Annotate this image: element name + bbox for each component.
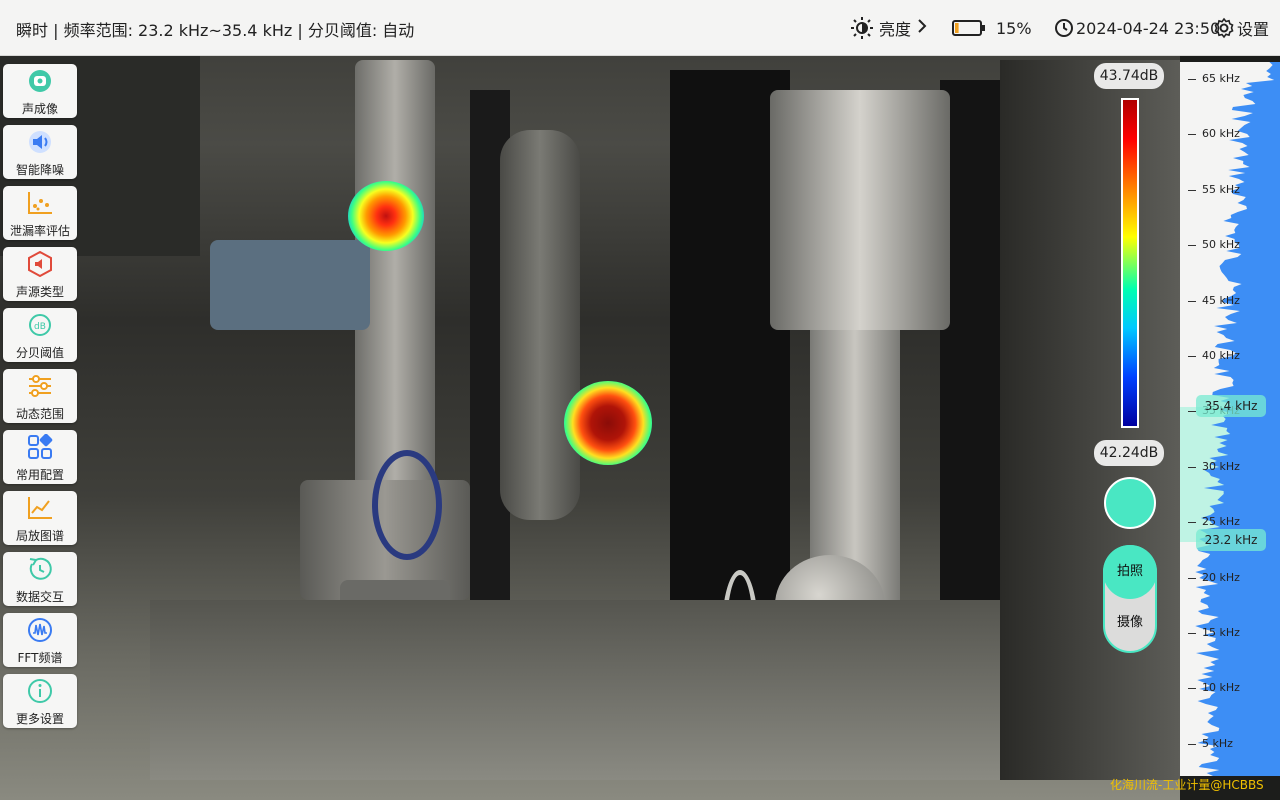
brightness-icon xyxy=(850,16,874,40)
left-handwheel xyxy=(372,450,442,560)
spectrum-tick xyxy=(1188,577,1196,579)
center-pipe xyxy=(500,130,580,520)
left-actuator xyxy=(210,240,370,330)
sidebar-item-label: 分贝阈值 xyxy=(15,346,64,360)
color-scale-bar xyxy=(1121,98,1139,428)
sidebar-item-fft-spectrum[interactable]: FFT频谱 xyxy=(3,613,77,667)
app-screen: 瞬时 | 频率范围: 23.2 kHz~35.4 kHz | 分贝阈值: 自动 … xyxy=(0,0,1280,800)
noise-reduction-icon xyxy=(27,129,53,155)
photo-button[interactable]: 拍照 xyxy=(1103,545,1157,599)
camera-view xyxy=(0,0,1180,800)
video-button[interactable]: 摄像 xyxy=(1103,600,1157,650)
shutter-button[interactable] xyxy=(1104,477,1156,529)
spectrum-tick xyxy=(1188,79,1196,80)
sidebar-item-label: 声成像 xyxy=(21,102,58,116)
brightness-control[interactable]: 亮度 xyxy=(850,14,927,42)
mode-status-text: 瞬时 | 频率范围: 23.2 kHz~35.4 kHz | 分贝阈值: 自动 xyxy=(16,21,415,40)
spectrum-tick-label: 30 kHz xyxy=(1202,459,1240,473)
hotspot-lower xyxy=(564,381,652,465)
sound-source-icon xyxy=(27,250,53,278)
common-config-icon xyxy=(27,433,53,460)
spectrum-tick xyxy=(1188,633,1196,634)
dynamic-range-icon xyxy=(27,373,53,399)
spectrum-tick-label: 65 kHz xyxy=(1202,72,1240,85)
datetime-display: 2024-04-24 23:50 xyxy=(1054,14,1220,42)
spectrum-tick xyxy=(1188,356,1196,357)
sidebar-item-acoustic-imaging[interactable]: 声成像 xyxy=(3,64,77,118)
sidebar-item-common-config[interactable]: 常用配置 xyxy=(3,430,77,484)
floor-slab xyxy=(150,600,1050,780)
battery-status: 15% xyxy=(952,14,1032,42)
sidebar-item-sound-source[interactable]: 声源类型 xyxy=(3,247,77,301)
sidebar-item-partial-discharge[interactable]: 局放图谱 xyxy=(3,491,77,545)
min-db-label: 42.24dB xyxy=(1094,440,1164,466)
sidebar-item-label: 更多设置 xyxy=(15,712,64,726)
more-settings-icon xyxy=(27,678,53,704)
leak-rate-icon xyxy=(27,190,53,216)
right-valve-top xyxy=(770,90,950,330)
sidebar-item-label: 动态范围 xyxy=(15,407,64,421)
left-sidebar: 声成像 智能降噪 泄漏率评估 声源类型 dB 分贝阈值 动态范围 常用配置 局放… xyxy=(3,64,77,735)
data-exchange-icon xyxy=(27,556,53,582)
spectrum-tick xyxy=(1188,245,1196,247)
db-threshold-icon: dB xyxy=(27,312,53,338)
settings-button[interactable]: 设置 xyxy=(1213,14,1269,42)
brightness-label: 亮度 xyxy=(879,20,912,39)
sidebar-item-data-exchange[interactable]: 数据交互 xyxy=(3,552,77,606)
spectrum-tick-label: 20 kHz xyxy=(1202,570,1240,584)
sidebar-item-noise-reduction[interactable]: 智能降噪 xyxy=(3,125,77,179)
sidebar-item-label: 智能降噪 xyxy=(15,163,64,177)
spectrum-tick-label: 10 kHz xyxy=(1202,681,1240,695)
upper-frequency-marker[interactable]: 35.4 kHz xyxy=(1196,395,1266,417)
settings-label: 设置 xyxy=(1237,20,1270,39)
spectrum-tick-label: 25 kHz xyxy=(1202,515,1240,529)
spectrum-tick xyxy=(1188,522,1196,524)
sidebar-item-label: 数据交互 xyxy=(15,590,64,604)
battery-icon xyxy=(952,19,986,37)
spectrum-tick xyxy=(1188,466,1196,468)
clock-icon xyxy=(1054,18,1074,38)
sidebar-item-label: 泄漏率评估 xyxy=(9,224,70,238)
datetime-text: 2024-04-24 23:50 xyxy=(1076,18,1221,38)
sidebar-item-label: 声源类型 xyxy=(15,285,64,299)
max-db-label: 43.74dB xyxy=(1094,63,1164,89)
spectrum-tick xyxy=(1188,688,1196,690)
right-wall xyxy=(1000,60,1180,780)
lower-frequency-marker[interactable]: 23.2 kHz xyxy=(1196,529,1266,551)
svg-text:dB: dB xyxy=(34,322,46,332)
fft-spectrum-icon xyxy=(27,617,53,643)
frequency-spectrum-panel: 65 kHz60 kHz55 kHz50 kHz45 kHz40 kHz35 k… xyxy=(1180,62,1280,776)
sidebar-item-label: 常用配置 xyxy=(15,468,64,482)
spectrum-tick xyxy=(1188,134,1196,136)
spectrum-tick-label: 40 kHz xyxy=(1202,349,1240,362)
gear-icon xyxy=(1213,17,1235,39)
spectrum-tick-label: 60 kHz xyxy=(1202,127,1240,141)
top-status-bar: 瞬时 | 频率范围: 23.2 kHz~35.4 kHz | 分贝阈值: 自动 … xyxy=(0,0,1280,56)
hotspot-upper xyxy=(348,181,424,251)
sidebar-item-leak-rate[interactable]: 泄漏率评估 xyxy=(3,186,77,240)
sidebar-item-db-threshold[interactable]: dB 分贝阈值 xyxy=(3,308,77,362)
spectrum-tick-label: 5 kHz xyxy=(1202,736,1233,750)
spectrum-tick-label: 50 kHz xyxy=(1202,238,1240,252)
spectrum-tick xyxy=(1188,411,1196,413)
spectrum-fill-graph xyxy=(1180,62,1280,776)
partial-discharge-icon xyxy=(27,495,53,521)
watermark-text: 化海川流-工业计量@HCBBS xyxy=(1110,778,1264,792)
sidebar-item-label: FFT频谱 xyxy=(17,651,63,665)
spectrum-tick-label: 45 kHz xyxy=(1202,293,1240,307)
spectrum-tick xyxy=(1188,189,1196,191)
spectrum-tick-label: 15 kHz xyxy=(1202,626,1240,639)
sidebar-item-more-settings[interactable]: 更多设置 xyxy=(3,674,77,728)
sidebar-item-dynamic-range[interactable]: 动态范围 xyxy=(3,369,77,423)
acoustic-imaging-icon xyxy=(27,68,53,94)
battery-percent: 15% xyxy=(996,18,1032,38)
chevron-right-icon xyxy=(917,18,927,38)
spectrum-tick xyxy=(1188,300,1196,302)
spectrum-tick xyxy=(1188,743,1196,745)
sidebar-item-label: 局放图谱 xyxy=(15,529,64,543)
spectrum-tick-label: 55 kHz xyxy=(1202,182,1240,196)
